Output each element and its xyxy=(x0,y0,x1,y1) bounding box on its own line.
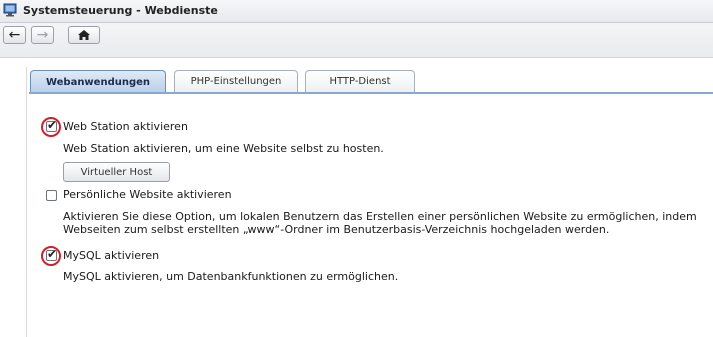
checkmark-icon: ✔ xyxy=(47,247,58,261)
back-button[interactable]: ← xyxy=(3,26,26,44)
web-station-checkbox[interactable]: ✔ xyxy=(46,118,58,132)
mysql-checkbox[interactable]: ✔ xyxy=(46,247,58,261)
tab-webanwendungen[interactable]: Webanwendungen xyxy=(30,70,166,93)
personal-website-checkbox[interactable] xyxy=(46,190,57,201)
arrow-left-icon: ← xyxy=(8,27,21,43)
mysql-label: MySQL aktivieren xyxy=(63,249,160,262)
home-icon xyxy=(78,30,90,40)
forward-button[interactable]: → xyxy=(31,26,54,44)
personal-website-label: Persönliche Website aktivieren xyxy=(63,188,232,201)
control-panel-icon xyxy=(3,3,17,17)
tab-http-dienst[interactable]: HTTP-Dienst xyxy=(305,70,415,92)
personal-website-description-line2: Webseiten zum selbst erstellten „www“-Or… xyxy=(63,223,610,236)
window-title: Systemsteuerung - Webdienste xyxy=(23,4,218,17)
toolbar: ← → xyxy=(0,23,713,58)
personal-website-description-line1: Aktivieren Sie diese Option, um lokalen … xyxy=(63,210,697,223)
web-station-description: Web Station aktivieren, um eine Website … xyxy=(63,142,384,155)
content-panel xyxy=(26,67,713,337)
arrow-right-icon: → xyxy=(36,27,49,43)
home-button[interactable] xyxy=(68,26,100,44)
title-bar: Systemsteuerung - Webdienste xyxy=(0,0,713,23)
tab-php-einstellungen[interactable]: PHP-Einstellungen xyxy=(174,70,298,92)
tab-underline xyxy=(29,92,713,94)
virtual-host-button[interactable]: Virtueller Host xyxy=(63,162,170,182)
mysql-description: MySQL aktivieren, um Datenbankfunktionen… xyxy=(63,270,399,283)
web-station-label: Web Station aktivieren xyxy=(63,120,188,133)
checkmark-icon: ✔ xyxy=(47,118,58,132)
